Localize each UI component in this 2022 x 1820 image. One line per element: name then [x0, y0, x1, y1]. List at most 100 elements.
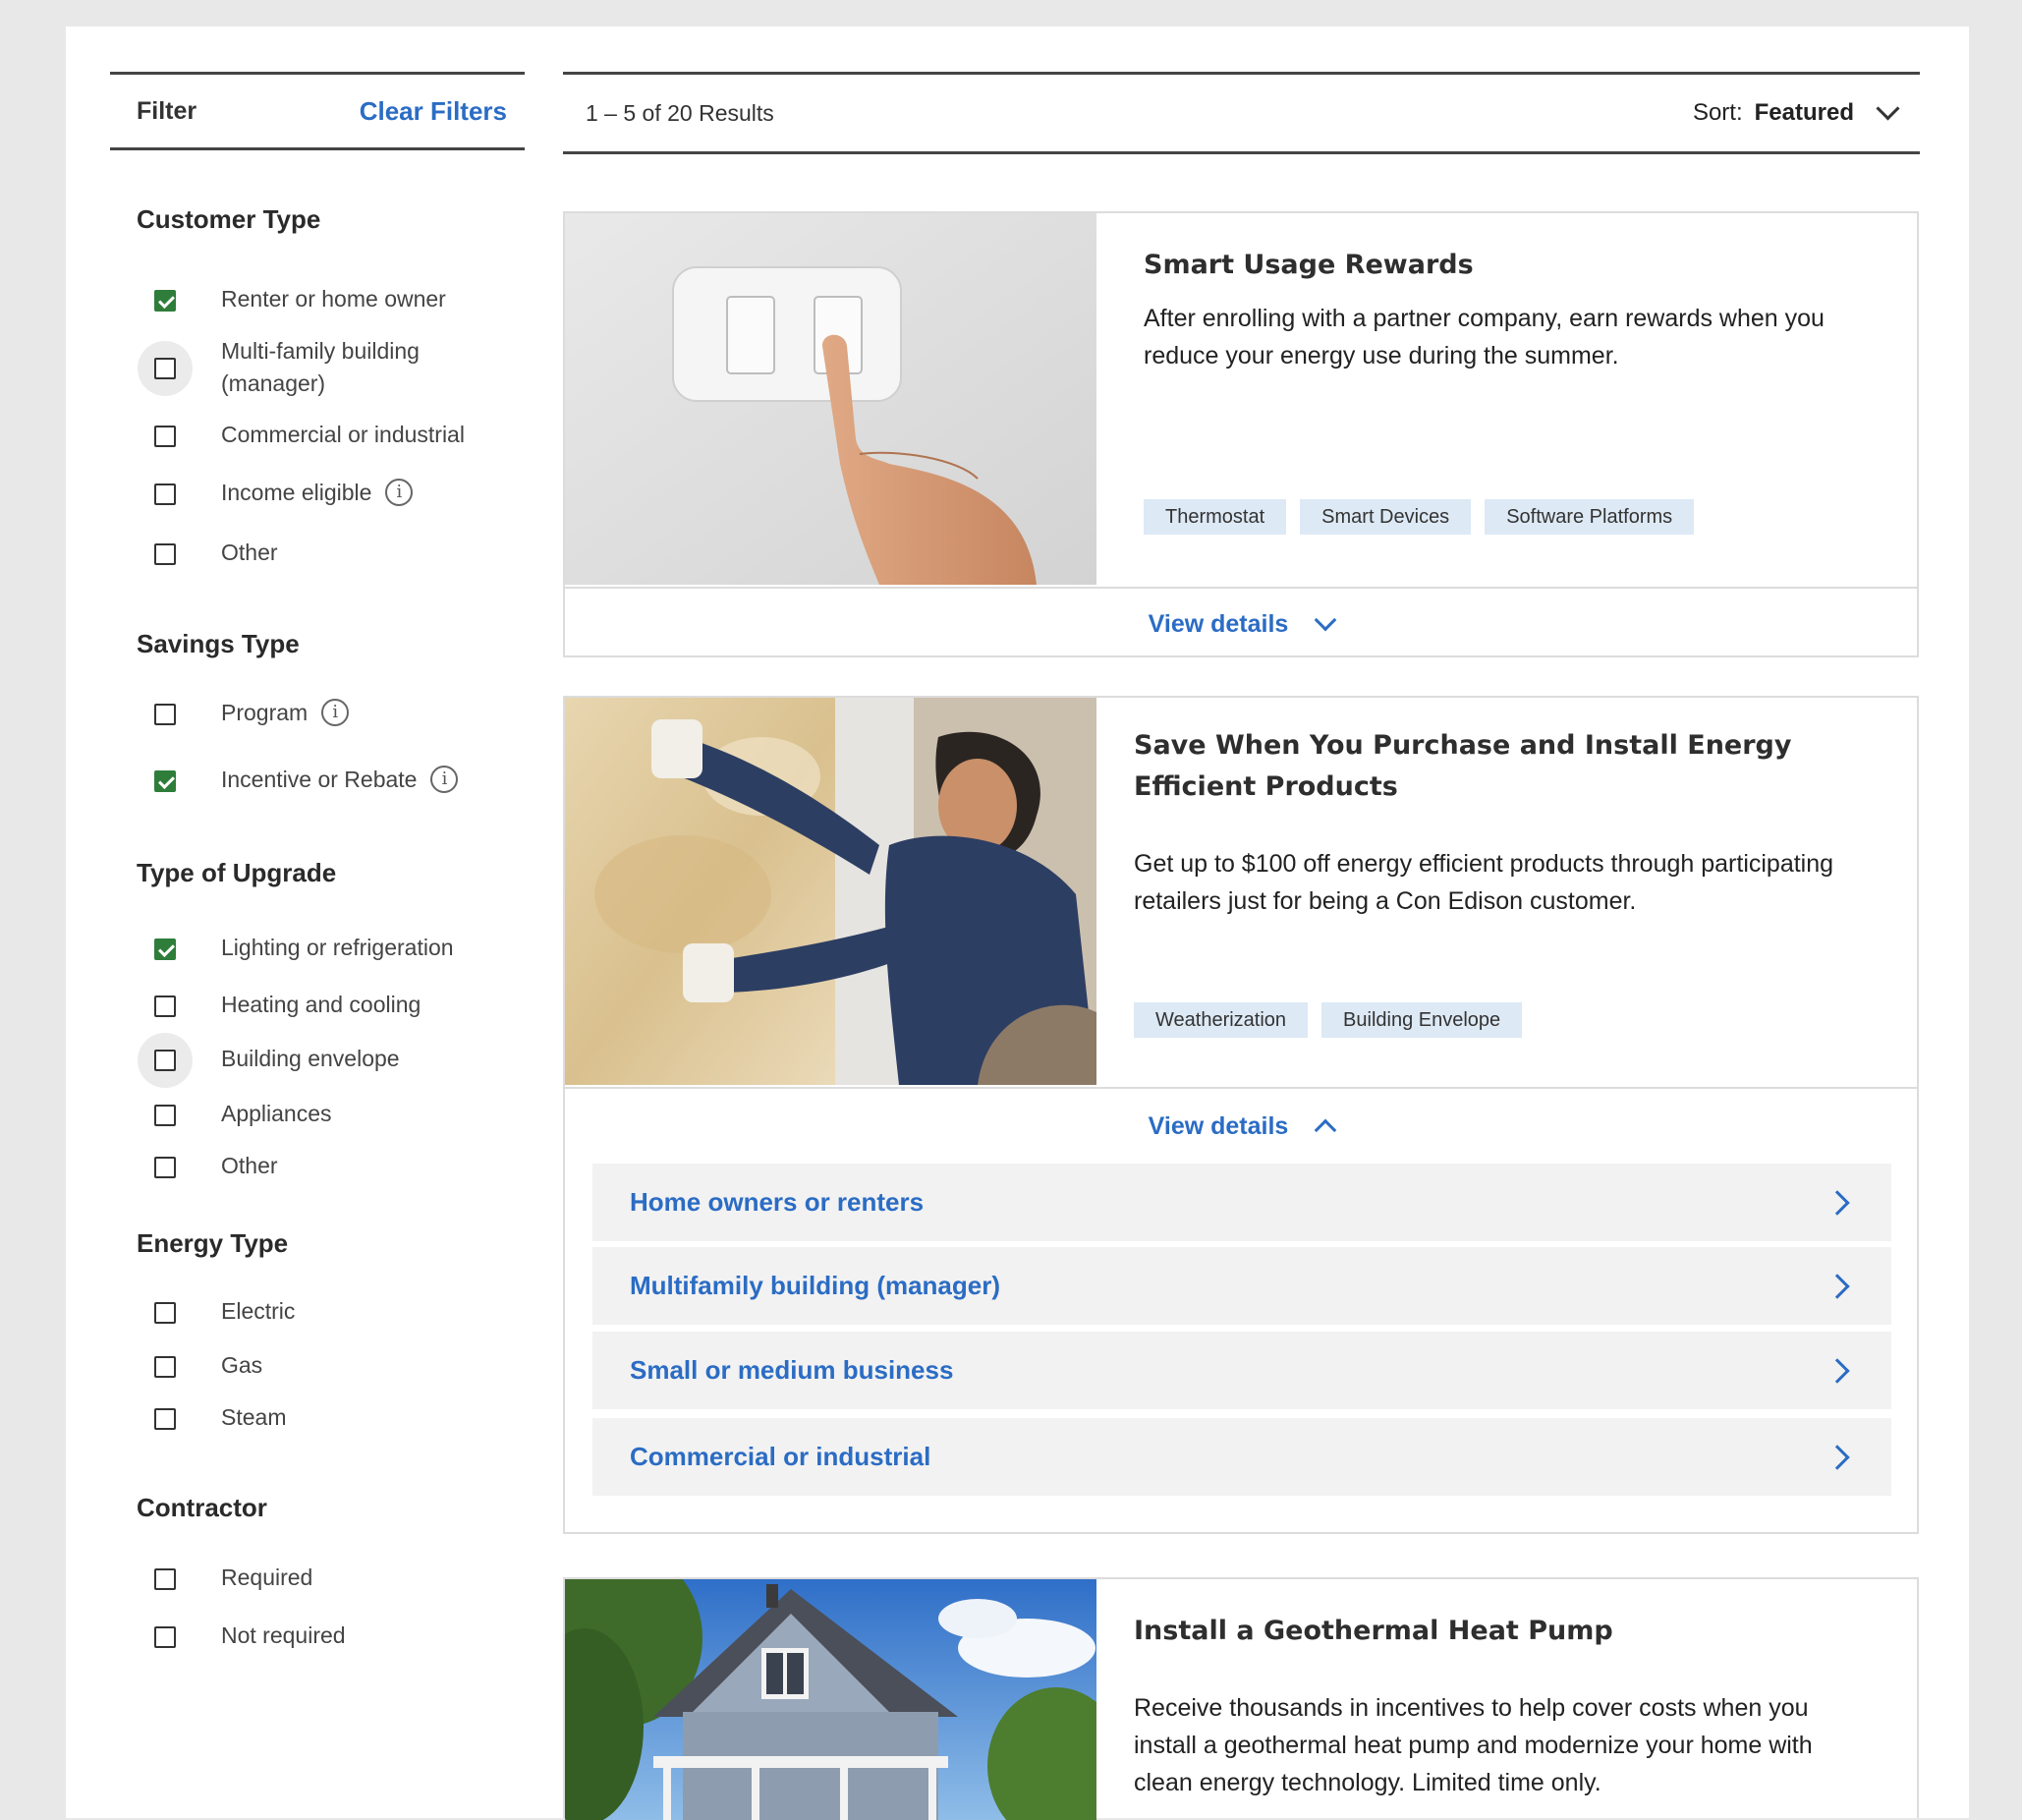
- results-header: 1 – 5 of 20 Results Sort: Featured: [563, 72, 1920, 154]
- section-title-energy-type: Energy Type: [137, 1228, 289, 1258]
- checkbox[interactable]: [154, 1157, 176, 1178]
- checkbox[interactable]: [154, 995, 176, 1017]
- checkbox[interactable]: [154, 770, 176, 792]
- card-details-row: View details: [565, 1087, 1917, 1164]
- option-label: Heating and cooling: [221, 992, 421, 1017]
- sort-dropdown[interactable]: Sort: Featured: [1692, 95, 1900, 127]
- card-description: Get up to $100 off energy efficient prod…: [1134, 850, 1834, 915]
- option-label: Gas: [221, 1352, 263, 1378]
- chevron-right-icon: [1825, 1444, 1850, 1470]
- sort-value: Featured: [1754, 99, 1854, 126]
- option-label: Building envelope: [221, 1046, 400, 1071]
- view-details-label: View details: [1148, 609, 1289, 638]
- card-tags: Weatherization Building Envelope: [1134, 1002, 1523, 1038]
- card-title: Smart Usage Rewards: [1144, 250, 1474, 280]
- section-title-savings-type: Savings Type: [137, 629, 300, 658]
- checkbox[interactable]: [154, 1626, 176, 1648]
- tag: Weatherization: [1134, 1002, 1309, 1038]
- view-details-label: View details: [1148, 1111, 1289, 1140]
- option-label: Lighting or refrigeration: [221, 935, 454, 960]
- card-description: Receive thousands in incentives to help …: [1134, 1694, 1813, 1796]
- filter-option-customer-other[interactable]: Other: [152, 540, 278, 569]
- checkbox[interactable]: [154, 483, 176, 505]
- filter-option-building-envelope[interactable]: Building envelope: [138, 1033, 400, 1088]
- filter-option-incentive[interactable]: Incentive or Rebate i: [152, 765, 459, 796]
- option-label: Income eligible: [221, 480, 372, 505]
- clear-filters-link[interactable]: Clear Filters: [360, 96, 507, 127]
- accordion-label: Small or medium business: [630, 1355, 954, 1385]
- card-details-row: View details: [565, 587, 1917, 659]
- option-label: Multi-family building (manager): [221, 338, 420, 396]
- filter-option-upgrade-other[interactable]: Other: [152, 1153, 278, 1182]
- checkbox[interactable]: [154, 1408, 176, 1430]
- card-body: Install a Geothermal Heat Pump Receive t…: [1134, 1611, 1868, 1801]
- option-label: Other: [221, 540, 278, 565]
- info-icon[interactable]: i: [430, 765, 459, 793]
- option-label: Required: [221, 1564, 313, 1590]
- chevron-right-icon: [1825, 1273, 1850, 1299]
- accordion-item-home-owners[interactable]: Home owners or renters: [592, 1164, 1891, 1241]
- option-label: Program: [221, 700, 309, 725]
- accordion-item-commercial[interactable]: Commercial or industrial: [592, 1418, 1891, 1496]
- chevron-down-icon: [1315, 608, 1337, 632]
- info-icon[interactable]: i: [321, 698, 350, 726]
- filter-option-electric[interactable]: Electric: [152, 1298, 295, 1328]
- filter-option-steam[interactable]: Steam: [152, 1404, 286, 1434]
- result-card: Save When You Purchase and Install Energ…: [563, 696, 1919, 1534]
- accordion-label: Commercial or industrial: [630, 1442, 931, 1471]
- checkbox[interactable]: [154, 704, 176, 725]
- card-description: After enrolling with a partner company, …: [1144, 305, 1825, 370]
- tag: Building Envelope: [1321, 1002, 1523, 1038]
- view-details-button[interactable]: View details: [1148, 608, 1337, 639]
- tag: Thermostat: [1144, 499, 1287, 535]
- insulation-worker-photo: [565, 698, 1096, 1085]
- checkbox[interactable]: [154, 938, 176, 960]
- section-title-type-of-upgrade: Type of Upgrade: [137, 858, 337, 887]
- filter-option-required[interactable]: Required: [152, 1564, 312, 1594]
- accordion-item-multifamily[interactable]: Multifamily building (manager): [592, 1247, 1891, 1325]
- checkbox[interactable]: [154, 290, 176, 312]
- chevron-right-icon: [1825, 1189, 1850, 1216]
- chevron-up-icon: [1315, 1118, 1337, 1142]
- filter-option-gas[interactable]: Gas: [152, 1352, 262, 1382]
- option-label: Commercial or industrial: [221, 422, 465, 447]
- card-tags: Thermostat Smart Devices Software Platfo…: [1144, 499, 1695, 535]
- filter-option-income-eligible[interactable]: Income eligible i: [152, 478, 414, 509]
- filter-option-appliances[interactable]: Appliances: [152, 1101, 332, 1130]
- option-label: Steam: [221, 1404, 287, 1430]
- section-title-customer-type: Customer Type: [137, 204, 321, 234]
- filter-option-multifamily[interactable]: Multi-family building (manager): [138, 338, 477, 400]
- checkbox[interactable]: [154, 1302, 176, 1324]
- house-photo: [565, 1579, 1096, 1820]
- card-title: Install a Geothermal Heat Pump: [1134, 1616, 1613, 1646]
- tag: Smart Devices: [1300, 499, 1472, 535]
- filter-option-program[interactable]: Program i: [152, 698, 350, 729]
- checkbox[interactable]: [154, 1105, 176, 1126]
- filter-option-heating[interactable]: Heating and cooling: [152, 992, 421, 1021]
- option-label: Incentive or Rebate: [221, 767, 418, 792]
- option-label: Appliances: [221, 1101, 332, 1126]
- checkbox[interactable]: [154, 1050, 176, 1071]
- tag: Software Platforms: [1485, 499, 1695, 535]
- checkbox[interactable]: [154, 426, 176, 447]
- filter-header: Filter Clear Filters: [110, 72, 525, 150]
- option-label: Electric: [221, 1298, 296, 1324]
- checkbox[interactable]: [154, 358, 176, 379]
- card-image-house: [565, 1579, 1096, 1820]
- info-icon[interactable]: i: [385, 478, 414, 506]
- filter-option-not-required[interactable]: Not required: [152, 1622, 346, 1652]
- checkbox[interactable]: [154, 1568, 176, 1590]
- filter-option-renter[interactable]: Renter or home owner: [152, 286, 446, 315]
- filter-option-commercial[interactable]: Commercial or industrial: [152, 422, 465, 451]
- card-body: Save When You Purchase and Install Energ…: [1134, 725, 1868, 920]
- option-label: Renter or home owner: [221, 286, 446, 312]
- checkbox[interactable]: [154, 1356, 176, 1378]
- view-details-button[interactable]: View details: [1148, 1111, 1337, 1142]
- sort-label: Sort:: [1692, 99, 1743, 126]
- accordion-item-small-business[interactable]: Small or medium business: [592, 1332, 1891, 1409]
- filter-option-lighting[interactable]: Lighting or refrigeration: [152, 935, 454, 964]
- results-count: 1 – 5 of 20 Results: [586, 99, 774, 126]
- filter-title: Filter: [137, 96, 197, 125]
- checkbox[interactable]: [154, 543, 176, 565]
- card-body: Smart Usage Rewards After enrolling with…: [1144, 245, 1868, 374]
